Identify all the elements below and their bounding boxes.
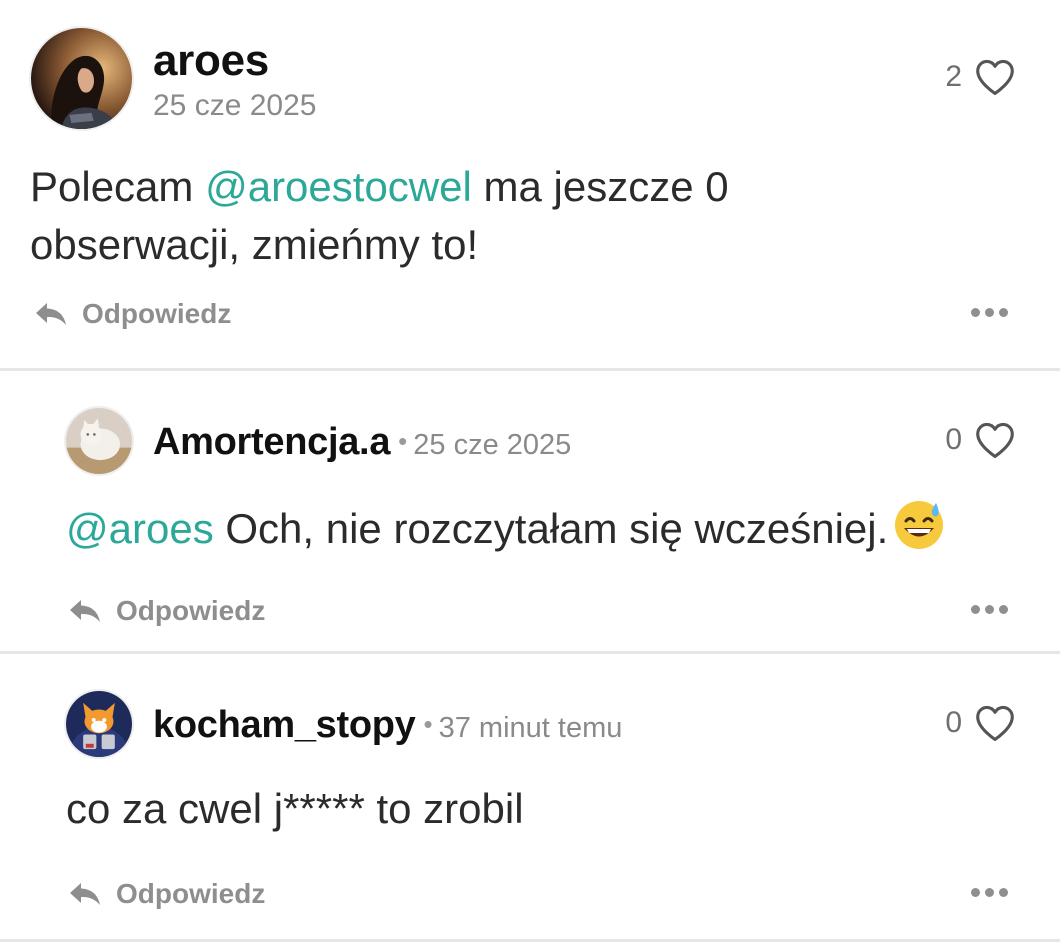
comment-text-part: Och, nie rozczytałam się wcześniej. bbox=[213, 505, 889, 552]
more-options-icon[interactable] bbox=[971, 888, 1008, 897]
reply-arrow-icon bbox=[68, 598, 102, 624]
reply-label: Odpowiedz bbox=[82, 298, 232, 329]
author-block: aroes 25 cze 2025 bbox=[153, 36, 316, 126]
more-options-icon[interactable] bbox=[971, 308, 1008, 317]
separator-dot: • bbox=[423, 709, 433, 739]
author-line: kocham_stopy • 37 minut temu bbox=[153, 702, 622, 756]
reply-arrow-icon bbox=[68, 881, 102, 907]
like-control[interactable]: 0 bbox=[945, 704, 1016, 742]
comment-text: co za cwel j***** to zrobil bbox=[66, 785, 524, 832]
avatar[interactable] bbox=[31, 28, 132, 129]
comment-text: @aroes Och, nie rozczytałam się wcześnie… bbox=[66, 497, 946, 558]
heart-icon[interactable] bbox=[974, 421, 1016, 459]
like-count: 0 bbox=[945, 423, 962, 456]
avatar[interactable] bbox=[66, 691, 132, 757]
like-control[interactable]: 2 bbox=[945, 58, 1016, 96]
mention-link[interactable]: @aroestocwel bbox=[205, 163, 472, 210]
reply-comment: kocham_stopy • 37 minut temu 0 co za cwel … bbox=[0, 654, 1060, 942]
reply-button[interactable]: Odpowiedz bbox=[68, 595, 265, 627]
comment: aroes 25 cze 2025 2 Polecam @aroestocwel… bbox=[0, 0, 1060, 371]
mention-link[interactable]: @aroes bbox=[66, 505, 214, 552]
sweat-smile-emoji-icon bbox=[892, 497, 946, 551]
reply-button[interactable]: Odpowiedz bbox=[34, 298, 231, 330]
comment-text-part: Polecam bbox=[30, 163, 206, 210]
comment-actions: Odpowiedz bbox=[0, 595, 1060, 635]
reply-label: Odpowiedz bbox=[116, 595, 266, 626]
comment-date: 37 minut temu bbox=[438, 712, 623, 744]
comment-date: 25 cze 2025 bbox=[413, 429, 572, 461]
heart-icon[interactable] bbox=[974, 704, 1016, 742]
heart-icon[interactable] bbox=[974, 58, 1016, 96]
username[interactable]: kocham_stopy bbox=[153, 704, 416, 746]
like-count: 2 bbox=[945, 60, 962, 93]
comment-text: Polecam @aroestocwel ma jeszcze 0 obserw… bbox=[30, 158, 729, 274]
comment-actions: Odpowiedz bbox=[0, 298, 1060, 338]
username[interactable]: aroes bbox=[153, 36, 316, 86]
separator-dot: • bbox=[398, 426, 408, 456]
like-count: 0 bbox=[945, 706, 962, 739]
comment-text-part: obserwacji, zmieńmy to! bbox=[30, 221, 479, 268]
reply-arrow-icon bbox=[34, 301, 68, 327]
username[interactable]: Amortencja.a bbox=[153, 421, 390, 463]
reply-label: Odpowiedz bbox=[116, 878, 266, 909]
comment-text-part: ma jeszcze 0 bbox=[471, 163, 729, 210]
author-line: Amortencja.a • 25 cze 2025 bbox=[153, 419, 571, 473]
avatar[interactable] bbox=[66, 408, 132, 474]
comment-date: 25 cze 2025 bbox=[153, 89, 317, 122]
more-options-icon[interactable] bbox=[971, 605, 1008, 614]
like-control[interactable]: 0 bbox=[945, 421, 1016, 459]
reply-button[interactable]: Odpowiedz bbox=[68, 878, 265, 910]
comment-actions: Odpowiedz bbox=[0, 878, 1060, 918]
reply-comment: Amortencja.a • 25 cze 2025 0 @aroes Och, n… bbox=[0, 371, 1060, 654]
